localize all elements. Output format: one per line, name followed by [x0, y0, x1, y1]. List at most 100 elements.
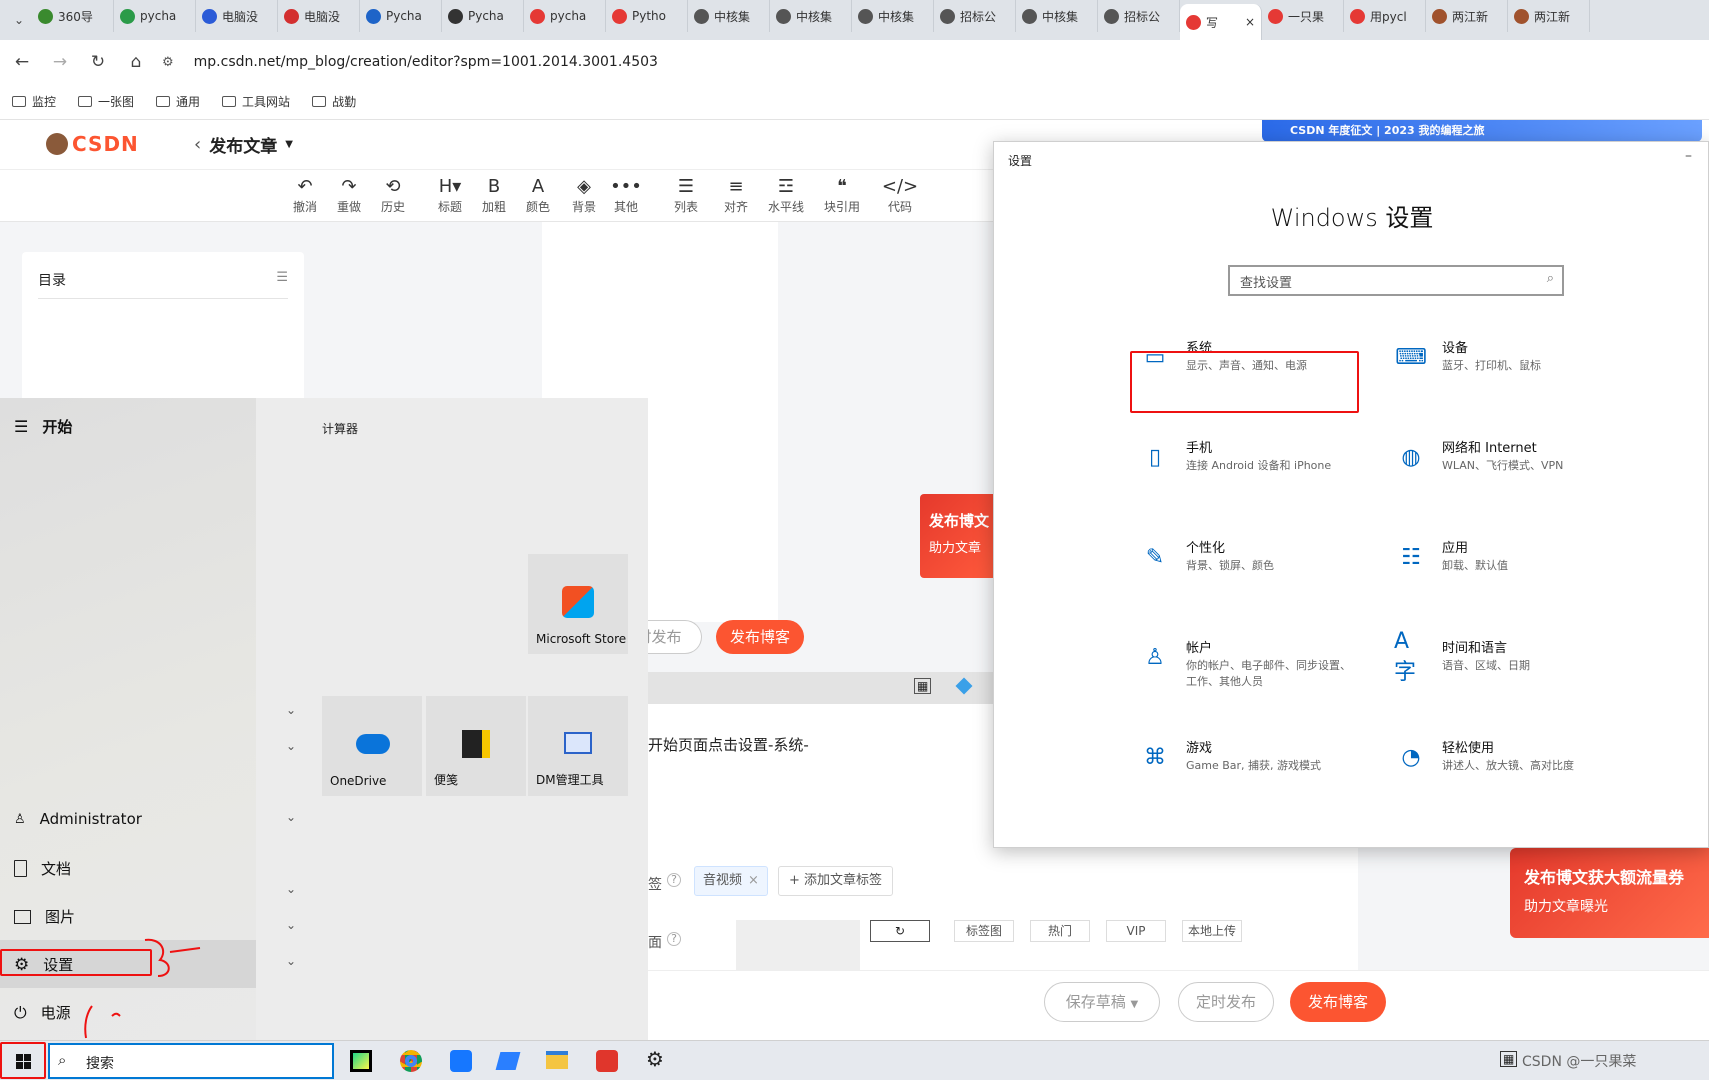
- toolbar-button[interactable]: </> 代码: [878, 176, 922, 215]
- bookmark-folder[interactable]: 监控: [12, 93, 56, 110]
- settings-category[interactable]: ⌘ 游戏 Game Bar, 捕获, 游戏模式: [1138, 740, 1356, 774]
- url-field[interactable]: mp.csdn.net/mp_blog/creation/editor?spm=…: [194, 54, 658, 70]
- settings-category[interactable]: A字 时间和语言 语音、区域、日期: [1394, 629, 1612, 685]
- settings-category[interactable]: ♙ 帐户 你的帐户、电子邮件、同步设置、工作、其他人员: [1138, 640, 1356, 690]
- toolbar-button[interactable]: A 颜色: [516, 176, 560, 215]
- toolbar-button[interactable]: ☰ 列表: [664, 176, 708, 215]
- settings-category[interactable]: ⌨ 设备 蓝牙、打印机、鼠标: [1394, 340, 1612, 374]
- tile-onedrive[interactable]: OneDrive: [322, 696, 422, 796]
- toolbar-button[interactable]: ↶ 撤消: [283, 176, 327, 215]
- settings-search-input[interactable]: 查找设置 ⌕: [1228, 265, 1564, 296]
- minimize-icon[interactable]: –: [1685, 148, 1692, 164]
- browser-tab[interactable]: 中核集: [688, 0, 770, 32]
- add-tag-button[interactable]: + 添加文章标签: [778, 866, 894, 896]
- chrome-icon[interactable]: [400, 1050, 422, 1072]
- chevron-down-icon[interactable]: ⌄: [286, 954, 296, 968]
- home-icon[interactable]: ⌂: [124, 50, 148, 74]
- cover-tab[interactable]: 热门: [1030, 920, 1090, 942]
- settings-category[interactable]: ◍ 网络和 Internet WLAN、飞行模式、VPN: [1394, 440, 1612, 474]
- browser-tab[interactable]: Pycha: [360, 0, 442, 32]
- browser-tab[interactable]: 一只果: [1262, 0, 1344, 32]
- start-item-documents[interactable]: 文档: [14, 858, 71, 879]
- browser-tab[interactable]: 360导: [32, 0, 114, 32]
- tile-sticky-notes[interactable]: 便笺: [426, 696, 526, 796]
- chevron-left-icon[interactable]: ‹: [194, 134, 201, 155]
- bookmark-folder[interactable]: 工具网站: [222, 93, 290, 110]
- csdn-logo[interactable]: CSDN: [46, 132, 139, 156]
- publish-blog-button[interactable]: 发布博客: [716, 620, 804, 654]
- settings-category[interactable]: ◔ 轻松使用 讲述人、放大镜、高对比度: [1394, 740, 1612, 774]
- settings-category[interactable]: ✎ 个性化 背景、锁屏、颜色: [1138, 540, 1356, 574]
- keyboard-icon[interactable]: ▦: [1500, 1051, 1518, 1067]
- chevron-down-icon[interactable]: ⌄: [286, 882, 296, 896]
- bookmark-folder[interactable]: 战勤: [312, 93, 356, 110]
- cover-tab[interactable]: 本地上传: [1182, 920, 1242, 942]
- tile-dm-tool[interactable]: DM管理工具: [528, 696, 628, 796]
- publish-blog-button[interactable]: 发布博客: [1290, 982, 1386, 1022]
- browser-tab[interactable]: 中核集: [1016, 0, 1098, 32]
- hamburger-icon[interactable]: ☰: [14, 417, 28, 436]
- toolbar-button[interactable]: H▾ 标题: [428, 176, 472, 215]
- keyboard-icon[interactable]: ▦: [914, 678, 932, 694]
- schedule-publish-button[interactable]: 定时发布: [1178, 982, 1274, 1022]
- toolbar-button[interactable]: ☲ 水平线: [764, 176, 808, 215]
- back-arrow-icon[interactable]: ←: [10, 50, 34, 74]
- site-info-icon[interactable]: ⚙: [162, 55, 174, 70]
- toolbar-button[interactable]: ↷ 重做: [327, 176, 371, 215]
- browser-tab[interactable]: 电脑没: [196, 0, 278, 32]
- editor-body[interactable]: 开始页面点击设置-系统-: [648, 704, 993, 844]
- browser-tab[interactable]: pycha: [524, 0, 606, 32]
- browser-tab[interactable]: 中核集: [770, 0, 852, 32]
- tile-microsoft-store[interactable]: Microsoft Store: [528, 554, 628, 654]
- browser-tab[interactable]: 中核集: [852, 0, 934, 32]
- forward-arrow-icon[interactable]: →: [48, 50, 72, 74]
- start-menu-header[interactable]: ☰ 开始: [14, 416, 72, 437]
- browser-tab[interactable]: pycha: [114, 0, 196, 32]
- promo-card[interactable]: 发布博文 助力文章: [920, 494, 994, 578]
- save-draft-button[interactable]: 保存草稿 ▼: [1044, 982, 1160, 1022]
- chevron-down-icon[interactable]: ⌄: [286, 739, 296, 753]
- settings-category[interactable]: ▯ 手机 连接 Android 设备和 iPhone: [1138, 440, 1356, 474]
- refresh-button[interactable]: ↻: [870, 920, 930, 942]
- browser-tab[interactable]: 招标公: [934, 0, 1016, 32]
- page-title[interactable]: ‹ 发布文章 ▼: [194, 132, 293, 157]
- chevron-down-icon[interactable]: ⌄: [286, 918, 296, 932]
- toc-list-icon[interactable]: ☰: [276, 270, 288, 290]
- gear-icon[interactable]: ⚙: [646, 1047, 664, 1071]
- browser-tab[interactable]: Pytho: [606, 0, 688, 32]
- chevron-down-icon[interactable]: ⌄: [286, 810, 296, 824]
- browser-tab[interactable]: 写 ×: [1180, 4, 1262, 40]
- browser-tab[interactable]: 招标公: [1098, 0, 1180, 32]
- tab-menu-chevron-icon[interactable]: ⌄: [6, 8, 32, 32]
- toolbar-button[interactable]: ≡ 对齐: [714, 176, 758, 215]
- settings-category[interactable]: ☷ 应用 卸载、默认值: [1394, 540, 1612, 574]
- file-explorer-icon[interactable]: [546, 1051, 568, 1069]
- flag-app-icon[interactable]: [450, 1050, 472, 1072]
- browser-tab[interactable]: Pycha: [442, 0, 524, 32]
- close-tab-icon[interactable]: ×: [1245, 15, 1255, 29]
- browser-tab[interactable]: 两江新: [1426, 0, 1508, 32]
- event-banner[interactable]: CSDN 年度征文 | 2023 我的编程之旅: [1262, 120, 1702, 142]
- start-item-pictures[interactable]: 图片: [14, 906, 75, 927]
- reload-icon[interactable]: ↻: [86, 50, 110, 74]
- toolbar-button[interactable]: ◈ 背景: [562, 176, 606, 215]
- help-icon[interactable]: ?: [667, 873, 681, 887]
- close-icon[interactable]: ×: [748, 873, 759, 888]
- toolbar-button[interactable]: B 加粗: [472, 176, 516, 215]
- promo-card-large[interactable]: 发布博文获大额流量券 助力文章曝光: [1510, 848, 1709, 938]
- toolbar-button[interactable]: ⟲ 历史: [371, 176, 415, 215]
- wps-icon[interactable]: [596, 1050, 618, 1072]
- start-item-account[interactable]: ♙ Administrator: [14, 810, 142, 828]
- tag-chip[interactable]: 音视频 ×: [694, 866, 768, 896]
- feishu-icon[interactable]: [495, 1052, 521, 1070]
- start-item-power[interactable]: ⏻ 电源: [14, 1002, 71, 1023]
- bookmark-folder[interactable]: 一张图: [78, 93, 134, 110]
- pycharm-icon[interactable]: [350, 1050, 372, 1072]
- browser-tab[interactable]: 电脑没: [278, 0, 360, 32]
- cover-tab[interactable]: VIP: [1106, 920, 1166, 942]
- cover-tab[interactable]: 标签图: [954, 920, 1014, 942]
- bookmark-folder[interactable]: 通用: [156, 93, 200, 110]
- toolbar-button[interactable]: ❝ 块引用: [820, 176, 864, 215]
- taskbar-search-box[interactable]: ⌕ 搜索: [48, 1043, 334, 1079]
- toolbar-button[interactable]: ••• 其他: [604, 176, 648, 215]
